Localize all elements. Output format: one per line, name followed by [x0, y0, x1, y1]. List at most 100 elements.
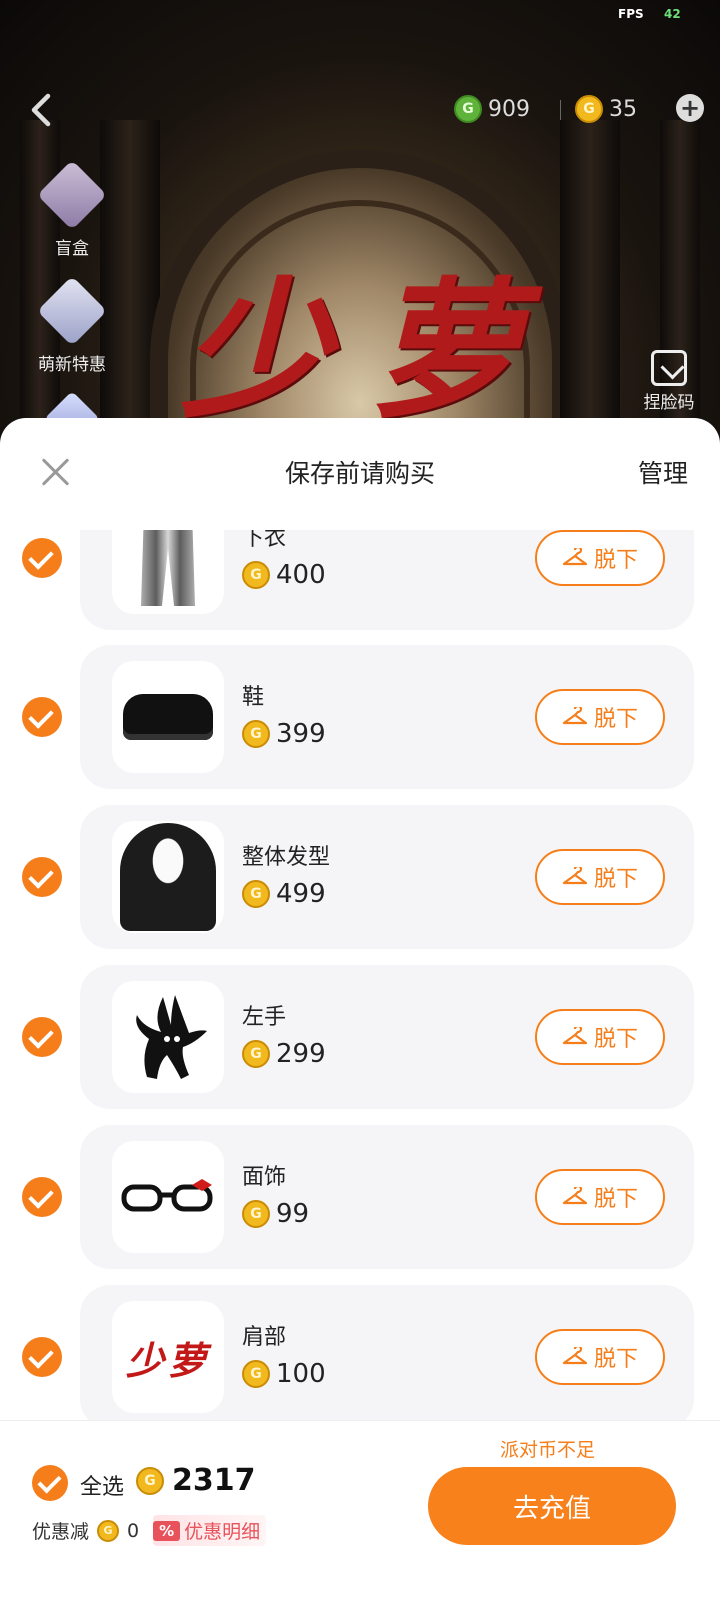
checkout-footer: 派对币不足 全选 G 2317 优惠减 G 0 % 优惠明细 去充值	[0, 1420, 720, 1600]
face-code-label: 捏脸码	[643, 393, 695, 413]
list-item: 鞋 G 399 脱下	[22, 645, 694, 789]
newbie-deal-icon	[36, 275, 108, 347]
list-item: 面饰 G 99 脱下	[22, 1125, 694, 1269]
item-thumbnail	[112, 981, 224, 1093]
gold-coin-icon: G	[136, 1466, 164, 1495]
select-all-checkbox-checked-icon[interactable]	[32, 1465, 68, 1501]
item-price-value: 499	[276, 879, 326, 909]
take-off-button[interactable]: 脱下	[535, 530, 665, 586]
item-list[interactable]: 下衣 G 400 脱下 鞋 G 399 脱下 整体发型 G 499 脱下 左手 …	[0, 530, 720, 1420]
hanger-icon	[562, 1027, 588, 1045]
item-thumbnail	[112, 661, 224, 773]
discount-label: 优惠减	[32, 1521, 90, 1543]
glasses-icon	[121, 1179, 213, 1212]
gold-coin-icon: G	[242, 880, 270, 908]
bunny-plush-icon	[136, 995, 207, 1079]
take-off-button[interactable]: 脱下	[535, 1329, 665, 1385]
gold-coin-icon: G	[242, 1360, 270, 1388]
item-checkbox-checked-icon[interactable]	[22, 1177, 62, 1217]
recharge-button[interactable]: 去充值	[428, 1467, 676, 1545]
gold-coin-icon: G	[242, 561, 270, 589]
total-price-value: 2317	[172, 1463, 256, 1498]
side-menu-blind-box[interactable]: 盲盒	[30, 159, 114, 259]
face-code-button[interactable]: 捏脸码	[634, 350, 704, 413]
item-thumbnail	[112, 1141, 224, 1253]
discount-detail-button[interactable]: % 优惠明细	[153, 1515, 267, 1546]
game-scene-background: 少萝 FPS 42 G 909 G 35 + 盲盒 萌新特惠 捏脸码	[0, 0, 720, 440]
fps-value: 42	[664, 7, 681, 21]
item-price: G 99	[242, 1199, 309, 1229]
list-item: 下衣 G 400 脱下	[22, 530, 694, 630]
take-off-button[interactable]: 脱下	[535, 849, 665, 905]
item-price-value: 100	[276, 1359, 326, 1389]
item-checkbox-checked-icon[interactable]	[22, 538, 62, 578]
gold-coin-icon: G	[242, 1040, 270, 1068]
item-name: 左手	[242, 1005, 287, 1030]
green-currency-value: 909	[488, 96, 530, 122]
hanger-icon	[562, 548, 588, 566]
list-item: 整体发型 G 499 脱下	[22, 805, 694, 949]
scene-brand-text: 少萝	[180, 263, 561, 439]
take-off-button[interactable]: 脱下	[535, 689, 665, 745]
shoulder-text-icon: 少萝	[125, 1337, 210, 1383]
fps-label: FPS	[618, 7, 644, 21]
item-price-value: 299	[276, 1039, 326, 1069]
take-off-label: 脱下	[593, 867, 638, 892]
take-off-label: 脱下	[593, 1347, 638, 1372]
item-price: G 499	[242, 879, 326, 909]
item-checkbox-checked-icon[interactable]	[22, 1337, 62, 1377]
item-price-value: 99	[276, 1199, 310, 1229]
percent-tag-icon: %	[153, 1520, 181, 1541]
gold-coin-icon: G	[242, 720, 270, 748]
manage-button[interactable]: 管理	[638, 454, 688, 490]
discount-value: 0	[127, 1519, 140, 1542]
take-off-button[interactable]: 脱下	[535, 1009, 665, 1065]
add-currency-plus-icon[interactable]: +	[676, 94, 704, 122]
gold-currency-display: G 35	[575, 92, 637, 126]
item-price-value: 399	[276, 719, 326, 749]
list-item: 少萝 肩部 G 100 脱下	[22, 1285, 694, 1420]
item-thumbnail	[112, 530, 224, 614]
green-coin-icon: G	[454, 95, 482, 123]
item-price: G 400	[242, 560, 326, 590]
gold-currency-value: 35	[609, 96, 637, 122]
item-checkbox-checked-icon[interactable]	[22, 857, 62, 897]
side-menu-label: 盲盒	[55, 239, 89, 259]
pillar-decoration	[560, 120, 620, 440]
item-thumbnail: 少萝	[112, 1301, 224, 1413]
item-thumbnail	[112, 821, 224, 933]
side-menu-newbie-deal[interactable]: 萌新特惠	[30, 275, 114, 375]
hanger-icon	[562, 1187, 588, 1205]
item-name: 面饰	[242, 1165, 287, 1190]
take-off-label: 脱下	[593, 1027, 638, 1052]
back-arrow-icon[interactable]	[24, 90, 60, 130]
take-off-label: 脱下	[593, 1187, 638, 1212]
item-price: G 399	[242, 719, 326, 749]
list-item: 左手 G 299 脱下	[22, 965, 694, 1109]
item-price: G 299	[242, 1039, 326, 1069]
edit-icon	[651, 350, 687, 386]
take-off-button[interactable]: 脱下	[535, 1169, 665, 1225]
hanger-icon	[562, 1347, 588, 1365]
gift-box-icon	[36, 159, 108, 231]
item-checkbox-checked-icon[interactable]	[22, 1017, 62, 1057]
shoes-icon	[123, 694, 213, 740]
currency-divider	[560, 100, 561, 120]
take-off-label: 脱下	[593, 707, 638, 732]
green-currency-display: G 909	[454, 92, 530, 126]
item-name: 鞋	[242, 685, 265, 710]
purchase-bottom-sheet: 保存前请购买 管理 下衣 G 400 脱下 鞋 G 399 脱下 整体发型 G …	[0, 418, 720, 1600]
item-name: 下衣	[242, 530, 287, 551]
item-price-value: 400	[276, 560, 326, 590]
take-off-label: 脱下	[593, 548, 638, 573]
gold-coin-icon: G	[97, 1519, 120, 1542]
item-name: 肩部	[242, 1325, 287, 1350]
discount-row: 优惠减 G 0 % 优惠明细	[32, 1515, 267, 1546]
item-checkbox-checked-icon[interactable]	[22, 697, 62, 737]
select-all-label[interactable]: 全选	[80, 1469, 124, 1501]
gold-coin-icon: G	[575, 95, 603, 123]
hanger-icon	[562, 707, 588, 725]
discount-detail-label: 优惠明细	[184, 1521, 261, 1543]
hanger-icon	[562, 867, 588, 885]
insufficient-balance-text: 派对币不足	[500, 1439, 596, 1461]
